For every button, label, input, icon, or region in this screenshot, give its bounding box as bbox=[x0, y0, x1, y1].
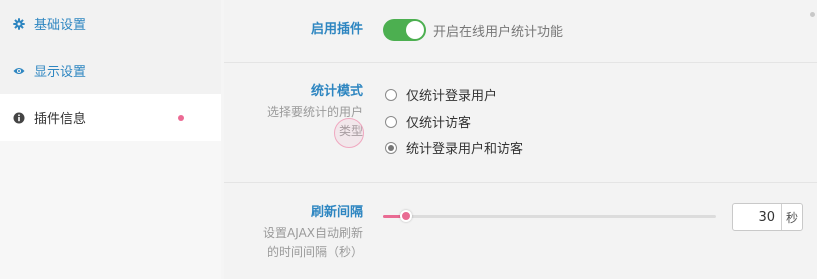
seconds-unit-label: 秒 bbox=[781, 204, 802, 230]
radio-option-visitors[interactable]: 仅统计访客 bbox=[385, 112, 471, 131]
stat-mode-title: 统计模式 bbox=[310, 84, 363, 99]
radio-option-users-and-visitors[interactable]: 统计登录用户和访客 bbox=[385, 138, 523, 157]
eye-icon bbox=[13, 65, 25, 77]
radio-option-logged-in-users[interactable]: 仅统计登录用户 bbox=[385, 85, 497, 104]
refresh-interval-label: 刷新间隔 设置AJAX自动刷新 的时间间隔（秒） bbox=[224, 204, 363, 262]
radio-button-selected[interactable] bbox=[385, 141, 397, 154]
sidebar-item-plugin-info[interactable]: 插件信息 bbox=[0, 94, 221, 141]
radio-option-label: 仅统计访客 bbox=[406, 116, 472, 131]
slider-thumb[interactable] bbox=[400, 210, 412, 222]
corner-dot bbox=[810, 12, 815, 17]
toggle-knob bbox=[406, 21, 424, 39]
refresh-interval-row: 刷新间隔 设置AJAX自动刷新 的时间间隔（秒） 秒 bbox=[224, 182, 817, 279]
settings-sidebar: 基础设置 显示设置 插件信息 bbox=[0, 0, 221, 279]
refresh-interval-input[interactable] bbox=[733, 204, 781, 230]
click-ripple bbox=[334, 118, 364, 148]
enable-plugin-title: 启用插件 bbox=[310, 22, 363, 37]
radio-option-label: 仅统计登录用户 bbox=[406, 89, 498, 104]
gear-icon bbox=[13, 17, 25, 30]
stat-mode-row: 统计模式 选择要统计的用户 类型 仅统计登录用户 仅统计访客 统计登录用户和访客 bbox=[224, 62, 817, 182]
settings-panel: 启用插件 开启在线用户统计功能 统计模式 选择要统计的用户 类型 仅统计登录用户… bbox=[224, 0, 817, 279]
refresh-interval-description: 设置AJAX自动刷新 的时间间隔（秒） bbox=[224, 224, 363, 262]
refresh-interval-description-line1: 设置AJAX自动刷新 bbox=[263, 226, 363, 240]
enable-plugin-label: 启用插件 bbox=[224, 21, 363, 39]
sidebar-item-label: 基础设置 bbox=[34, 18, 87, 33]
sidebar-item-label: 插件信息 bbox=[34, 112, 87, 127]
radio-option-label: 统计登录用户和访客 bbox=[406, 142, 524, 157]
refresh-interval-title: 刷新间隔 bbox=[310, 205, 363, 220]
sidebar-item-label: 显示设置 bbox=[34, 65, 87, 80]
enable-plugin-toggle[interactable] bbox=[383, 19, 426, 41]
enable-plugin-description: 开启在线用户统计功能 bbox=[433, 25, 564, 40]
sidebar-item-display-settings[interactable]: 显示设置 bbox=[0, 47, 221, 94]
refresh-interval-slider[interactable] bbox=[383, 210, 716, 222]
radio-button[interactable] bbox=[385, 88, 397, 101]
refresh-interval-description-line2: 的时间间隔（秒） bbox=[266, 245, 363, 259]
radio-button[interactable] bbox=[385, 115, 397, 128]
refresh-interval-number: 秒 bbox=[732, 203, 803, 231]
sidebar-item-basic-settings[interactable]: 基础设置 bbox=[0, 0, 221, 47]
notification-dot bbox=[178, 115, 184, 121]
info-icon bbox=[13, 112, 25, 124]
enable-plugin-row: 启用插件 开启在线用户统计功能 bbox=[224, 0, 817, 62]
slider-track bbox=[383, 215, 716, 218]
